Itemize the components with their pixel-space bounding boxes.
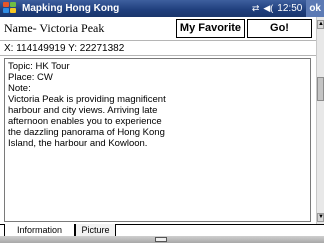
divider bbox=[0, 55, 316, 56]
note-line: Note: bbox=[8, 83, 31, 94]
coordinates-readout: X: 114149919 Y: 22271382 bbox=[4, 43, 125, 54]
place-name-label: Name- Victoria Peak bbox=[4, 21, 105, 35]
speaker-icon[interactable]: ◀( bbox=[263, 3, 273, 14]
go-button[interactable]: Go! bbox=[247, 19, 312, 38]
info-text-area[interactable]: Topic: HK Tour Place: CW Note: Victoria … bbox=[4, 58, 311, 222]
title-bar: Mapking Hong Kong ⇄ ◀( 12:50 ok bbox=[0, 0, 324, 17]
divider bbox=[0, 40, 316, 41]
note-line: harbour and city views. Arriving late bbox=[8, 105, 158, 116]
menu-bar bbox=[0, 236, 324, 243]
note-line: Place: CW bbox=[8, 72, 53, 83]
note-line: Topic: HK Tour bbox=[8, 61, 70, 72]
name-row: Name- Victoria Peak My Favorite Go! bbox=[0, 17, 316, 39]
note-line: Island, the harbour and Kowloon. bbox=[8, 138, 148, 149]
keyboard-icon[interactable] bbox=[155, 237, 167, 242]
note-line: Victoria Peak is providing magnificent bbox=[8, 94, 166, 105]
connectivity-icon[interactable]: ⇄ bbox=[252, 3, 260, 14]
scroll-down-icon[interactable]: ▼ bbox=[317, 213, 324, 222]
clock[interactable]: 12:50 bbox=[277, 3, 302, 14]
app-title: Mapking Hong Kong bbox=[22, 3, 120, 14]
windows-logo-icon[interactable] bbox=[3, 2, 17, 15]
ok-button[interactable]: ok bbox=[306, 0, 324, 17]
scroll-thumb[interactable] bbox=[317, 77, 324, 101]
note-line: the dazzling panorama of Hong Kong bbox=[8, 127, 165, 138]
scroll-up-icon[interactable]: ▲ bbox=[317, 20, 324, 29]
my-favorite-button[interactable]: My Favorite bbox=[176, 19, 245, 38]
vertical-scrollbar[interactable]: ▲ ▼ bbox=[316, 17, 324, 224]
note-line: afternoon enables you to experience bbox=[8, 116, 162, 127]
